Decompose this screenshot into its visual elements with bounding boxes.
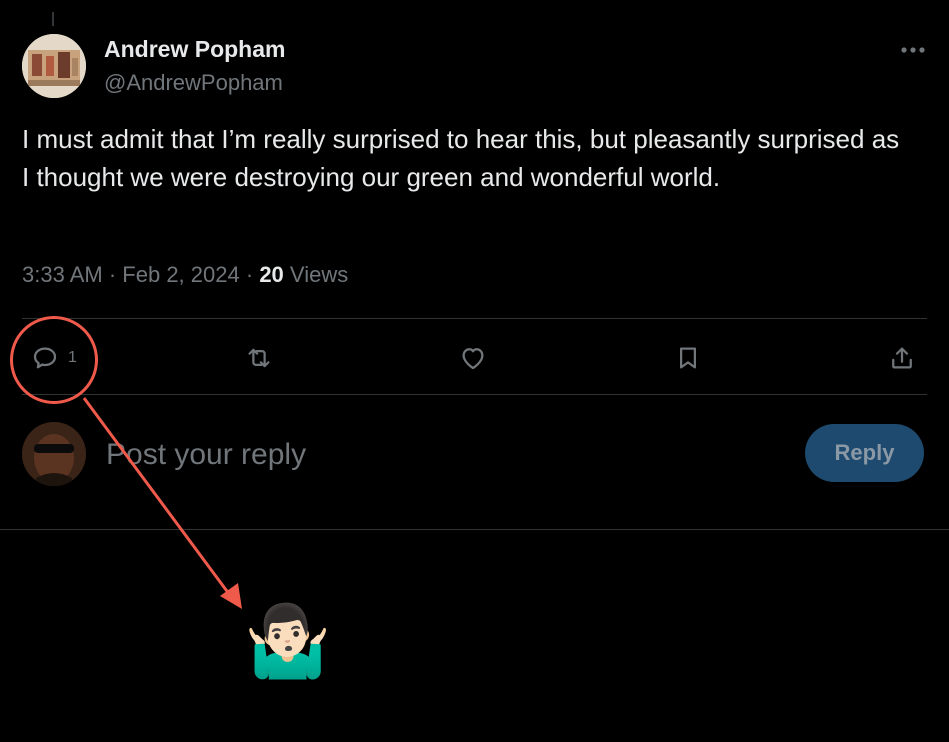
user-avatar bbox=[22, 422, 86, 486]
user-avatar-image bbox=[22, 422, 86, 486]
shrug-emoji: 🤷🏻‍♂️ bbox=[244, 602, 332, 680]
bookmark-action[interactable] bbox=[673, 340, 703, 376]
thread-connector-line bbox=[52, 12, 54, 26]
tweet-metadata: 3:33 AM · Feb 2, 2024 · 20 Views bbox=[22, 262, 348, 288]
reply-input[interactable] bbox=[104, 432, 768, 478]
like-action[interactable] bbox=[458, 340, 488, 376]
author-handle[interactable]: @AndrewPopham bbox=[104, 70, 283, 96]
meta-separator: · bbox=[108, 262, 117, 287]
share-action[interactable] bbox=[887, 340, 917, 376]
tweet-time[interactable]: 3:33 AM bbox=[22, 262, 103, 287]
share-icon bbox=[892, 347, 912, 369]
divider-top bbox=[22, 318, 927, 319]
more-options-icon[interactable] bbox=[900, 46, 926, 54]
author-avatar-image bbox=[22, 34, 86, 98]
tweet-date[interactable]: Feb 2, 2024 bbox=[122, 262, 239, 287]
meta-separator: · bbox=[245, 262, 254, 287]
repost-action[interactable] bbox=[244, 340, 274, 376]
divider-bottom bbox=[0, 529, 949, 530]
repost-icon bbox=[248, 348, 270, 368]
tweet-text: I must admit that I’m really surprised t… bbox=[22, 124, 900, 192]
author-avatar[interactable] bbox=[22, 34, 86, 98]
views-count: 20 bbox=[259, 262, 284, 287]
annotation-circle bbox=[10, 316, 98, 404]
divider-middle bbox=[22, 394, 927, 395]
bookmark-icon bbox=[680, 347, 696, 369]
views-label: Views bbox=[289, 262, 349, 287]
author-name[interactable]: Andrew Popham bbox=[104, 36, 285, 63]
reply-button[interactable]: Reply bbox=[805, 424, 924, 482]
heart-icon bbox=[462, 348, 484, 370]
